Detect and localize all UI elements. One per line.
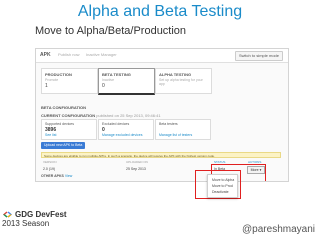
other-apks-view-link[interactable]: View (65, 174, 73, 178)
menu-item-move-to-alpha[interactable]: Move to Alpha (212, 178, 234, 182)
track-beta-sub: Inactive (102, 78, 115, 82)
top-tab-publish[interactable]: Publish now (58, 52, 80, 57)
menu-item-deactivate[interactable]: Deactivate (212, 190, 229, 194)
current-configuration: CURRENT CONFIGURATION published on 25 Se… (41, 113, 161, 118)
beta-configuration-heading: BETA CONFIGURATION (41, 105, 87, 110)
track-alpha[interactable]: ALPHA TESTING Set up alpha testing for y… (155, 68, 212, 94)
track-beta-count: 0 (102, 83, 105, 89)
track-alpha-name: ALPHA TESTING (159, 72, 192, 77)
track-beta[interactable]: BETA TESTING Inactive 0 (98, 68, 155, 95)
menu-item-move-to-prod[interactable]: Move to Prod (212, 184, 233, 188)
other-apks: OTHER APKS View (41, 174, 72, 178)
track-production-name: PRODUCTION (45, 72, 72, 77)
gdg-devfest-brand: GDG DevFest 2013 Season (2, 210, 67, 228)
current-configuration-date: published on 25 Sep 2013, 09:46:41 (96, 113, 161, 118)
switch-mode-button[interactable]: Switch to simple mode (234, 51, 283, 61)
track-production[interactable]: PRODUCTION Promote 1 (41, 68, 98, 94)
gdg-logo-icon (3, 211, 12, 218)
manage-testers-link[interactable]: Manage list of testers (159, 133, 192, 137)
stat-label: Excluded devices (102, 122, 130, 126)
stat-excluded-devices: Excluded devices 0 Manage excluded devic… (98, 119, 154, 140)
slide-subtitle: Move to Alpha/Beta/Production (35, 25, 187, 37)
apk-label: APK (40, 52, 51, 58)
console-top-bar: APK Publish now Inactive Manager Switch … (36, 49, 288, 63)
brand-line-1: GDG DevFest (15, 210, 67, 219)
current-configuration-label: CURRENT CONFIGURATION (41, 113, 96, 118)
track-alpha-sub: Set up alpha testing for your app (159, 78, 203, 86)
actions-dropdown-menu: Move to Alpha Move to Prod Deactivate (207, 174, 238, 198)
track-beta-name: BETA TESTING (102, 72, 131, 77)
stat-supported-devices: Supported devices 3896 See list (41, 119, 97, 140)
multiple-apk-warning: Some devices are eligible to run multipl… (41, 152, 281, 158)
row-version: 2.0 (19) (43, 167, 56, 171)
slide-title: Alpha and Beta Testing (77, 3, 243, 20)
stat-beta-testers: Beta testers Manage list of testers (155, 119, 211, 140)
other-apks-label: OTHER APKS (41, 174, 64, 178)
row-uploaded: 25 Sep 2013 (126, 167, 146, 171)
top-tab-inactive[interactable]: Inactive Manager (86, 52, 117, 57)
stat-label: Beta testers (159, 122, 178, 126)
stat-label: Supported devices (45, 122, 74, 126)
track-production-sub: Promote (45, 78, 59, 82)
see-list-link[interactable]: See list (45, 133, 56, 137)
track-production-count: 1 (45, 83, 48, 89)
column-header-uploaded: UPLOADED ON (126, 160, 148, 164)
brand-line-2: 2013 Season (2, 219, 50, 229)
author-handle: @pareshmayani (242, 224, 315, 235)
upload-apk-button[interactable]: Upload new APK to Beta (41, 142, 86, 149)
manage-excluded-link[interactable]: Manage excluded devices (102, 133, 142, 137)
column-header-version: VERSION (43, 160, 57, 164)
console-screenshot: APK Publish now Inactive Manager Switch … (35, 48, 289, 182)
